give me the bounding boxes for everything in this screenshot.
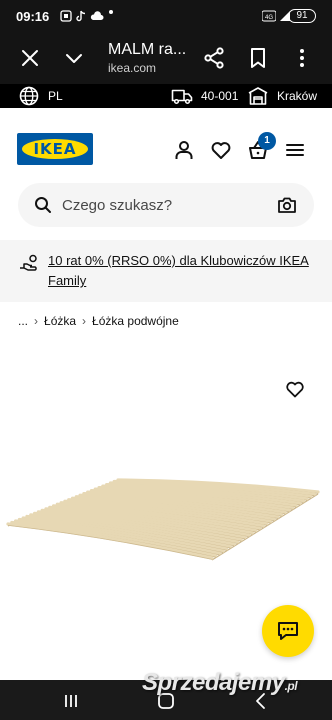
truck-icon: [171, 89, 193, 105]
postal-code-label: 40-001: [201, 89, 239, 103]
user-icon[interactable]: [173, 139, 195, 161]
site-header: IKEA 1: [0, 108, 332, 180]
hamburger-menu-icon[interactable]: [284, 139, 306, 161]
store-selector[interactable]: Kraków: [247, 84, 317, 108]
notification-dot-icon: [109, 10, 113, 14]
tiktok-icon: [76, 10, 86, 22]
more-vertical-icon[interactable]: [290, 46, 314, 70]
promo-link[interactable]: 10 rat 0% (RRSO 0%) dla Klubowiczów IKEA…: [48, 251, 318, 291]
store-label: Kraków: [277, 89, 318, 103]
camera-search-icon[interactable]: [277, 195, 297, 215]
search-input[interactable]: [62, 183, 272, 227]
language-selector[interactable]: PL: [18, 84, 63, 108]
battery-level: 91: [296, 10, 308, 21]
status-time: 09:16: [16, 9, 50, 24]
chevron-down-icon[interactable]: [62, 46, 86, 70]
share-icon[interactable]: [202, 46, 226, 70]
recent-apps-icon[interactable]: [62, 692, 80, 710]
svg-text:4G: 4G: [265, 15, 273, 21]
chat-button[interactable]: [262, 605, 314, 657]
breadcrumb: ... › Łóżka › Łóżka podwójne: [18, 313, 179, 329]
cloud-icon: [90, 11, 104, 20]
chevron-right-icon: ›: [34, 314, 39, 328]
logo-text: IKEA: [33, 140, 77, 158]
watermark-text: Sprzedajemy: [142, 669, 285, 696]
slatted-bed-base-illustration: [6, 478, 320, 561]
sprzedajemy-watermark: Sprzedajemy.pl: [142, 669, 298, 697]
globe-icon: [19, 86, 39, 106]
cart-count-badge: 1: [258, 132, 276, 150]
add-to-favourites-icon[interactable]: [285, 379, 305, 399]
heart-icon[interactable]: [210, 139, 232, 161]
search-icon[interactable]: [34, 196, 52, 214]
promo-banner: 10 rat 0% (RRSO 0%) dla Klubowiczów IKEA…: [0, 240, 332, 302]
language-label: PL: [48, 89, 63, 103]
product-image: [0, 470, 332, 580]
battery-indicator: 91: [288, 9, 316, 23]
browser-toolbar: MALM ra... ikea.com: [0, 32, 332, 84]
volte-icon: 4G: [262, 10, 276, 22]
postal-code-selector[interactable]: 40-001: [171, 84, 238, 108]
page-title: MALM ra...: [108, 41, 187, 58]
hand-coin-icon: [20, 254, 37, 271]
close-icon[interactable]: [18, 46, 42, 70]
screenshot-icon: [60, 10, 72, 22]
bookmark-icon[interactable]: [246, 46, 270, 70]
chevron-right-icon: ›: [82, 314, 87, 328]
search-bar: [18, 183, 314, 227]
breadcrumb-item-double-beds[interactable]: Łóżka podwójne: [92, 314, 179, 328]
breadcrumb-item-beds[interactable]: Łóżka: [44, 314, 76, 328]
store-icon: [248, 87, 268, 105]
page-url: ikea.com: [108, 61, 157, 75]
watermark-suffix: .pl: [284, 679, 298, 693]
ikea-logo[interactable]: IKEA: [17, 133, 93, 165]
status-bar: 09:16 4G 91: [0, 0, 332, 32]
chat-icon: [278, 622, 298, 640]
location-strip: PL 40-001 Kraków: [0, 84, 332, 108]
breadcrumb-ellipsis[interactable]: ...: [18, 314, 28, 328]
